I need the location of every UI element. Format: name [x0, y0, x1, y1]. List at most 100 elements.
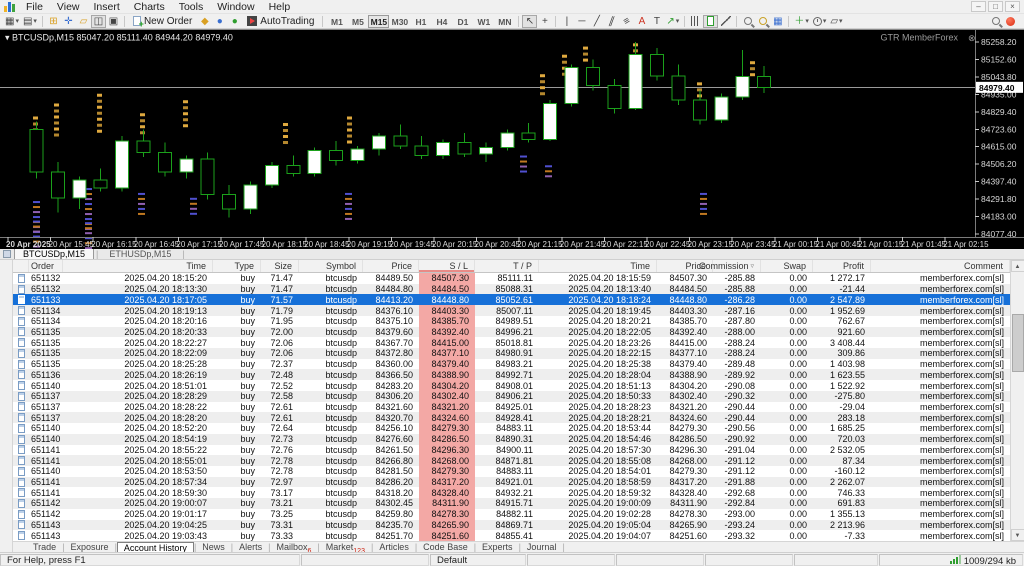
- profiles-button[interactable]: ▤▾: [21, 15, 39, 28]
- timeframe-m5[interactable]: M5: [347, 15, 368, 28]
- crosshair-button[interactable]: +: [537, 15, 552, 28]
- text-label-button[interactable]: T: [649, 15, 664, 28]
- tile-windows-button[interactable]: ▦: [770, 15, 785, 28]
- header-commission[interactable]: Commission▿: [713, 260, 761, 272]
- table-row[interactable]: 6511322025.04.20 18:15:20buy71.47btcusdp…: [13, 273, 1010, 284]
- tab-experts[interactable]: Experts: [476, 542, 519, 553]
- autotrading-button[interactable]: AutoTrading: [242, 15, 319, 28]
- table-row[interactable]: 6511432025.04.20 19:03:43buy73.33btcusdp…: [13, 530, 1010, 541]
- table-row[interactable]: 6511402025.04.20 18:54:19buy72.73btcusdp…: [13, 434, 1010, 445]
- table-row[interactable]: 6511322025.04.20 18:13:30buy71.47btcusdp…: [13, 284, 1010, 295]
- header-size[interactable]: Size: [261, 260, 299, 272]
- table-row[interactable]: 6511352025.04.20 18:25:28buy72.37btcusdp…: [13, 359, 1010, 370]
- tab-trade[interactable]: Trade: [27, 542, 62, 553]
- menu-tools[interactable]: Tools: [172, 1, 211, 13]
- horizontal-line-button[interactable]: ─: [574, 15, 589, 28]
- timeframe-m30[interactable]: M30: [389, 15, 410, 28]
- tab-news[interactable]: News: [196, 542, 231, 553]
- zoom-in-button[interactable]: [740, 15, 755, 28]
- templates-button[interactable]: ▱▾: [828, 15, 844, 28]
- indicator-button[interactable]: ◆: [197, 15, 212, 28]
- header-time[interactable]: Time: [63, 260, 213, 272]
- candlestick-button[interactable]: [703, 15, 718, 28]
- header-type[interactable]: Type: [213, 260, 261, 272]
- table-row[interactable]: 6511352025.04.20 18:20:33buy72.00btcusdp…: [13, 327, 1010, 338]
- restore-icon[interactable]: □: [988, 1, 1003, 12]
- header-symbol[interactable]: Symbol: [299, 260, 363, 272]
- minimize-icon[interactable]: –: [971, 1, 986, 12]
- timeframe-h4[interactable]: H4: [431, 15, 452, 28]
- menu-window[interactable]: Window: [210, 1, 261, 13]
- data-folder-button[interactable]: ▱: [76, 15, 91, 28]
- table-row[interactable]: 6511352025.04.20 18:22:09buy72.06btcusdp…: [13, 348, 1010, 359]
- bar-chart-button[interactable]: [688, 15, 703, 28]
- tab-code-base[interactable]: Code Base: [417, 542, 474, 553]
- periods-button[interactable]: ▾: [811, 15, 829, 28]
- shapes-button[interactable]: ↗▾: [664, 15, 681, 28]
- menu-help[interactable]: Help: [262, 1, 298, 13]
- table-row[interactable]: 6511402025.04.20 18:53:50buy72.78btcusdp…: [13, 466, 1010, 477]
- timeframe-w1[interactable]: W1: [473, 15, 494, 28]
- new-order-button[interactable]: New Order: [128, 15, 197, 28]
- menu-view[interactable]: View: [50, 1, 87, 13]
- table-row[interactable]: 6511402025.04.20 18:51:01buy72.52btcusdp…: [13, 380, 1010, 391]
- table-row[interactable]: 6511332025.04.20 18:17:05buy71.57btcusdp…: [13, 294, 1010, 305]
- menu-charts[interactable]: Charts: [127, 1, 172, 13]
- tab-articles[interactable]: Articles: [373, 542, 415, 553]
- new-chart-button[interactable]: ▦▾: [3, 15, 21, 28]
- notification-icon[interactable]: [1006, 17, 1015, 26]
- text-button[interactable]: A: [634, 15, 649, 28]
- table-row[interactable]: 6511352025.04.20 18:22:27buy72.06btcusdp…: [13, 337, 1010, 348]
- scrollbar-thumb[interactable]: [1012, 314, 1024, 372]
- cursor-button[interactable]: ↖: [522, 15, 537, 28]
- table-row[interactable]: 6511412025.04.20 18:55:01buy72.78btcusdp…: [13, 455, 1010, 466]
- chart-area[interactable]: 85258.2085152.6085043.8084935.0084829.40…: [0, 29, 1024, 248]
- header-close_time[interactable]: Time: [539, 260, 657, 272]
- table-row[interactable]: 6511372025.04.20 18:28:29buy72.58btcusdp…: [13, 391, 1010, 402]
- navigator-button[interactable]: ✛: [61, 15, 76, 28]
- header-price[interactable]: Price: [363, 260, 419, 272]
- header-tp[interactable]: T / P: [475, 260, 539, 272]
- header-swap[interactable]: Swap: [761, 260, 813, 272]
- header-comment[interactable]: Comment: [871, 260, 1010, 272]
- timeframe-mn[interactable]: MN: [494, 15, 515, 28]
- status-profile[interactable]: Default: [430, 554, 526, 566]
- zoom-out-button[interactable]: [755, 15, 770, 28]
- table-row[interactable]: 6511372025.04.20 18:28:20buy72.61btcusdp…: [13, 412, 1010, 423]
- trendline-button[interactable]: ╱: [589, 15, 604, 28]
- table-row[interactable]: 6511412025.04.20 18:55:22buy72.76btcusdp…: [13, 445, 1010, 456]
- timeframe-h1[interactable]: H1: [410, 15, 431, 28]
- table-row[interactable]: 6511342025.04.20 18:20:16buy71.95btcusdp…: [13, 316, 1010, 327]
- tab-account-history[interactable]: Account History: [117, 542, 194, 553]
- scroll-up-icon[interactable]: ▲: [1011, 260, 1024, 272]
- expert-advisor-button[interactable]: ●: [212, 15, 227, 28]
- vertical-line-button[interactable]: |: [559, 15, 574, 28]
- table-row[interactable]: 6511432025.04.20 19:04:25buy73.31btcusdp…: [13, 520, 1010, 531]
- table-row[interactable]: 6511412025.04.20 18:57:34buy72.97btcusdp…: [13, 477, 1010, 488]
- terminal-panel-button[interactable]: ◫: [91, 15, 106, 28]
- table-row[interactable]: 6511422025.04.20 19:01:17buy73.25btcusdp…: [13, 509, 1010, 520]
- timeframe-m15[interactable]: M15: [368, 15, 389, 28]
- table-row[interactable]: 6511362025.04.20 18:26:19buy72.48btcusdp…: [13, 369, 1010, 380]
- table-row[interactable]: 6511402025.04.20 18:52:20buy72.64btcusdp…: [13, 423, 1010, 434]
- menu-insert[interactable]: Insert: [87, 1, 127, 13]
- tab-alerts[interactable]: Alerts: [233, 542, 268, 553]
- tab-journal[interactable]: Journal: [521, 542, 563, 553]
- close-icon[interactable]: ×: [1005, 1, 1020, 12]
- strategy-tester-button[interactable]: ▣: [106, 15, 121, 28]
- search-icon[interactable]: [992, 17, 1000, 25]
- table-row[interactable]: 6511372025.04.20 18:28:22buy72.61btcusdp…: [13, 402, 1010, 413]
- table-scrollbar[interactable]: ▲ ▼: [1010, 260, 1024, 541]
- market-watch-button[interactable]: ⊞: [46, 15, 61, 28]
- scrollbar-track[interactable]: [1011, 272, 1024, 529]
- fibonacci-button[interactable]: ≡: [619, 15, 634, 28]
- table-row[interactable]: 6511412025.04.20 18:59:30buy73.17btcusdp…: [13, 487, 1010, 498]
- timeframe-d1[interactable]: D1: [452, 15, 473, 28]
- scroll-down-icon[interactable]: ▼: [1011, 529, 1024, 541]
- header-profit[interactable]: Profit: [813, 260, 871, 272]
- tab-exposure[interactable]: Exposure: [65, 542, 115, 553]
- channel-button[interactable]: ∥: [604, 15, 619, 28]
- indicators-list-button[interactable]: ＋▾: [792, 15, 811, 28]
- watermark-close-icon[interactable]: ⊗: [968, 33, 976, 43]
- candlestick-chart[interactable]: 85258.2085152.6085043.8084935.0084829.40…: [0, 30, 1024, 249]
